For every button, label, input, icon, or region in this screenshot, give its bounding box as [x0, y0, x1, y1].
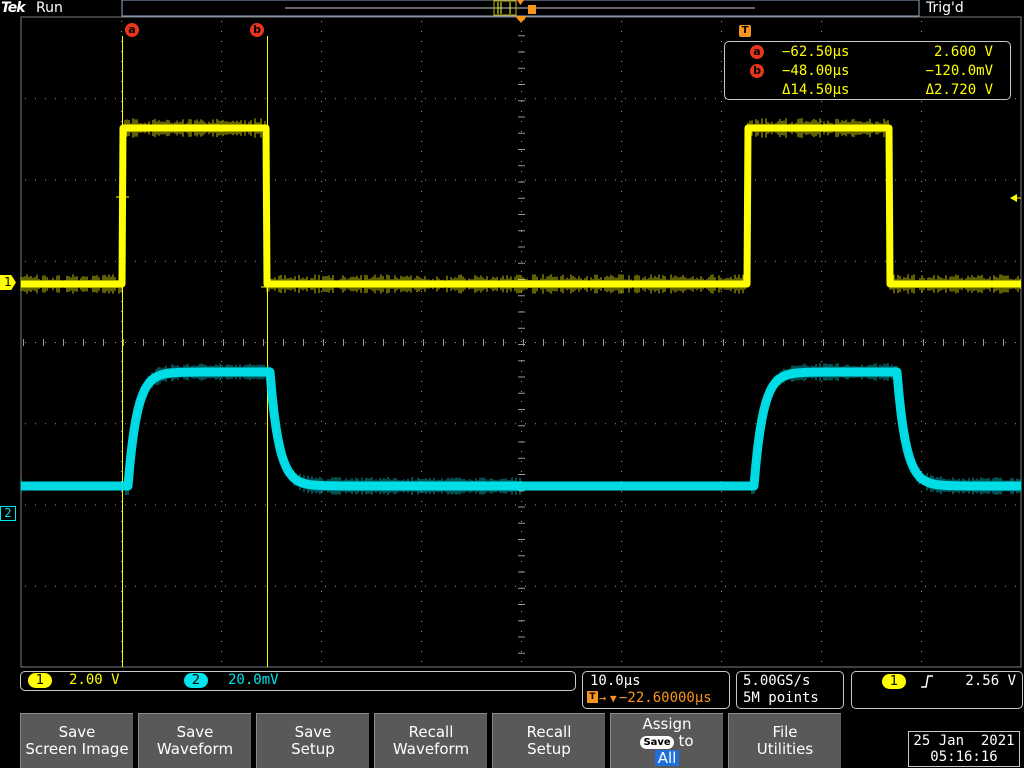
- save-key-icon: Save: [640, 735, 674, 749]
- trigger-level: 2.56 V: [965, 673, 1016, 689]
- trigger-panel[interactable]: 1 2.56 V: [851, 671, 1023, 709]
- file-utilities-button[interactable]: File Utilities: [728, 713, 841, 768]
- cursor-a-badge[interactable]: a: [125, 23, 139, 37]
- record-overview-bar: [121, 0, 920, 17]
- readout-a-badge: a: [750, 45, 764, 59]
- ch2-badge[interactable]: 2: [184, 673, 208, 688]
- readout-b-badge: b: [750, 64, 764, 78]
- softkey-line2: Setup: [527, 740, 571, 758]
- assign-save-button[interactable]: Assign Save to All: [610, 713, 723, 768]
- cursor-a-time: −62.50µs: [782, 44, 850, 60]
- softkey-line2: Utilities: [756, 740, 814, 758]
- cursor-b-value: −120.0mV: [925, 63, 993, 79]
- sample-rate: 5.00GS/s: [743, 673, 811, 689]
- softkey-line1: Recall: [408, 723, 454, 741]
- time-per-div: 10.0µs: [590, 673, 641, 689]
- softkey-line1: Save: [58, 723, 96, 741]
- save-waveform-button[interactable]: Save Waveform: [138, 713, 251, 768]
- cursor-readout: a −62.50µs 2.600 V b −48.00µs −120.0mV Δ…: [724, 41, 1011, 100]
- ch1-scale: 2.00 V: [69, 672, 120, 688]
- softkey-line1: Save: [294, 723, 332, 741]
- ch1-badge[interactable]: 1: [28, 673, 52, 688]
- softkey-line2: Waveform: [392, 740, 470, 758]
- oscilloscope-screen: [20, 0, 1024, 668]
- rising-edge-icon: [921, 675, 933, 688]
- softkey-line2: Setup: [291, 740, 335, 758]
- arrow-right-icon: →: [599, 691, 607, 705]
- trigger-status: Trig'd: [926, 0, 964, 16]
- vertical-scale-bar[interactable]: 1 2.00 V 2 20.0mV: [20, 671, 576, 691]
- trigger-t-small-icon: T: [587, 691, 598, 703]
- record-length: 5M points: [743, 690, 819, 706]
- horizontal-panel[interactable]: 10.0µs T → ▼ −22.60000µs: [582, 671, 730, 709]
- softkey-line1: Assign: [642, 714, 692, 733]
- acquisition-state: Run: [36, 0, 63, 16]
- softkey-line2: Screen Image: [25, 740, 129, 758]
- softkey-line1: Save: [176, 723, 214, 741]
- cursor-delta-time: Δ14.50µs: [782, 82, 850, 98]
- softkey-line1: File: [772, 723, 798, 741]
- cursor-a-value: 2.600 V: [933, 44, 993, 60]
- cursor-b-time: −48.00µs: [782, 63, 850, 79]
- save-setup-button[interactable]: Save Setup: [256, 713, 369, 768]
- trigger-down-icon: ▼: [610, 692, 617, 705]
- brand-logo: Tek: [1, 0, 26, 16]
- ch2-scale: 20.0mV: [228, 672, 279, 688]
- trigger-position: −22.60000µs: [619, 690, 712, 706]
- trigger-source-badge: 1: [882, 674, 906, 689]
- softkey-line2: Waveform: [156, 740, 234, 758]
- trigger-t-icon: T: [739, 25, 751, 37]
- cursor-b-badge[interactable]: b: [250, 23, 264, 37]
- softkey-line1: Recall: [526, 723, 572, 741]
- date-time-display[interactable]: 25 Jan 2021 05:16:16: [908, 731, 1020, 767]
- softkey-line2: to: [678, 731, 694, 750]
- date: 25 Jan 2021: [913, 733, 1015, 749]
- time: 05:16:16: [930, 749, 998, 765]
- ch2-ground-marker[interactable]: 2: [0, 506, 16, 521]
- cursor-delta-value: Δ2.720 V: [925, 82, 993, 98]
- acquisition-panel[interactable]: 5.00GS/s 5M points: [736, 671, 844, 709]
- softkey-line3: All: [654, 749, 680, 766]
- save-screen-image-button[interactable]: Save Screen Image: [20, 713, 133, 768]
- recall-waveform-button[interactable]: Recall Waveform: [374, 713, 487, 768]
- recall-setup-button[interactable]: Recall Setup: [492, 713, 605, 768]
